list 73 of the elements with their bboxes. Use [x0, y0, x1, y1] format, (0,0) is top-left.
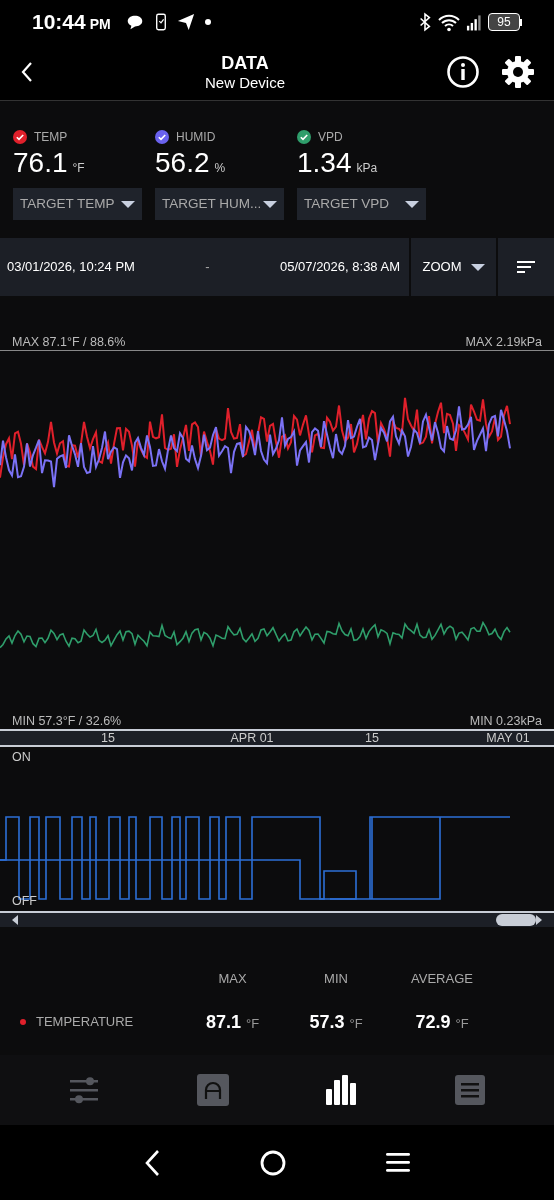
- date-range-bar[interactable]: 03/01/2026, 10:24 PM - 05/07/2026, 8:38 AM: [0, 238, 409, 296]
- sort-button[interactable]: [496, 238, 554, 296]
- min-label: MIN 0.23kPa: [469, 713, 542, 729]
- stat-value: 72.9: [415, 1010, 451, 1034]
- stat-unit: °F: [455, 1014, 469, 1033]
- checkbox[interactable]: [155, 130, 169, 144]
- checkbox[interactable]: [13, 130, 27, 144]
- home-icon: [260, 1149, 286, 1176]
- metric-label: VPD: [318, 129, 343, 146]
- metric-label: HUMID: [176, 129, 216, 146]
- metric-label: TEMP: [34, 129, 68, 146]
- stat-value: 87.1: [205, 1010, 241, 1034]
- stat-unit: °F: [349, 1014, 363, 1033]
- metric-unit: kPa: [356, 160, 378, 177]
- axis-label: 15: [101, 731, 115, 745]
- bluetooth-icon: [418, 12, 432, 32]
- chevron-left-icon: [144, 1148, 160, 1177]
- screen-title: DATA: [221, 52, 269, 74]
- settings-icon: [502, 56, 534, 88]
- wifi-icon: [438, 12, 460, 32]
- battery-indicator: 95: [488, 13, 520, 31]
- back-button[interactable]: [144, 1148, 160, 1177]
- axis-label: MAY 01: [486, 731, 530, 745]
- arch-icon: [196, 1074, 229, 1106]
- stat-unit: °F: [245, 1014, 260, 1033]
- min-label: MIN 57.3°F / 32.6%: [12, 713, 122, 729]
- clock-meridiem: PM: [89, 15, 111, 35]
- sort-icon: [517, 261, 535, 273]
- column-header: MAX: [217, 970, 248, 988]
- device-name: New Device: [205, 74, 285, 92]
- home-button[interactable]: [260, 1149, 286, 1176]
- phone-check-icon: [154, 13, 167, 31]
- sliders-icon: [70, 1076, 99, 1104]
- send-icon: [176, 13, 195, 31]
- caret-down-icon: [470, 263, 485, 271]
- caret-left-icon[interactable]: [12, 915, 18, 925]
- bar-chart-icon: [326, 1075, 357, 1105]
- settings-button[interactable]: [502, 56, 534, 88]
- max-label: MAX 2.19kPa: [465, 334, 542, 350]
- state-label: ON: [12, 749, 31, 766]
- axis-label: APR 01: [230, 731, 274, 745]
- range-separator: -: [205, 258, 210, 277]
- max-label: MAX 87.1°F / 88.6%: [12, 334, 126, 350]
- caret-down-icon: [121, 200, 135, 208]
- recents-button[interactable]: [386, 1153, 410, 1172]
- menu-icon: [386, 1153, 410, 1172]
- target-dropdown[interactable]: TARGET VPD: [297, 188, 426, 220]
- caret-down-icon: [405, 200, 419, 208]
- stat-value: 57.3: [309, 1010, 345, 1034]
- caret-down-icon: [263, 200, 277, 208]
- metric-unit: °F: [72, 160, 85, 177]
- info-icon: [446, 55, 480, 89]
- row-label: TEMPERATURE: [36, 1013, 134, 1032]
- state-label: OFF: [12, 893, 37, 911]
- checkbox[interactable]: [297, 130, 311, 144]
- metric-value: 56.2: [155, 147, 210, 179]
- clock-time: 10:44: [32, 9, 86, 36]
- axis-label: 15: [365, 731, 379, 745]
- target-dropdown[interactable]: TARGET HUM...: [155, 188, 284, 220]
- metric-value: 1.34: [297, 147, 352, 179]
- zoom-dropdown[interactable]: ZOOM: [409, 238, 496, 296]
- signal-icon: [466, 13, 482, 31]
- metric-value: 76.1: [13, 147, 68, 179]
- column-header: AVERAGE: [410, 970, 474, 988]
- end-date[interactable]: 05/07/2026, 8:38 AM: [280, 257, 400, 277]
- list-icon: [454, 1075, 485, 1105]
- target-dropdown[interactable]: TARGET TEMP: [13, 188, 142, 220]
- column-header: MIN: [323, 970, 349, 988]
- scrollbar[interactable]: [0, 911, 554, 927]
- info-button[interactable]: [446, 55, 480, 89]
- metric-unit: %: [214, 160, 226, 177]
- start-date[interactable]: 03/01/2026, 10:24 PM: [7, 257, 135, 277]
- chevron-left-icon: [20, 61, 34, 83]
